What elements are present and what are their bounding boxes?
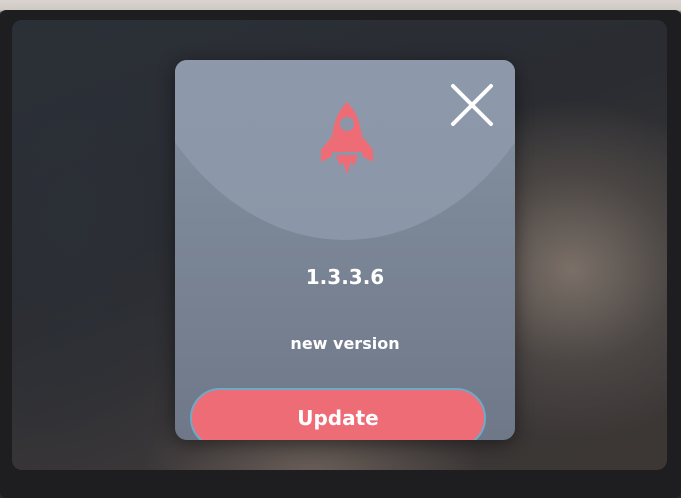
close-icon[interactable] bbox=[449, 82, 495, 128]
new-version-label: new version bbox=[290, 334, 400, 353]
version-number: 1.3.3.6 bbox=[305, 265, 385, 289]
rocket-icon bbox=[317, 100, 377, 182]
device-screen: 1.3.3.6 new version Update bbox=[12, 20, 667, 470]
update-button[interactable]: Update bbox=[190, 388, 486, 440]
update-dialog: 1.3.3.6 new version Update bbox=[175, 60, 515, 440]
